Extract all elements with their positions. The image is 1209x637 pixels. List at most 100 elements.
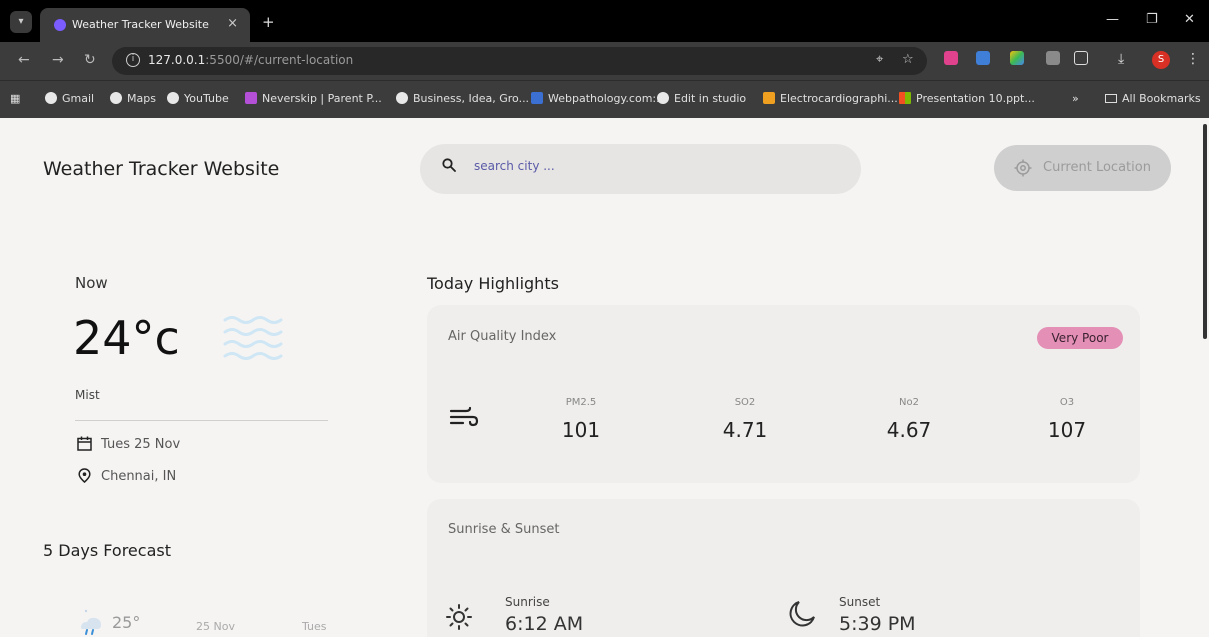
neverskip-icon [245, 92, 257, 104]
sun-card-title: Sunrise & Sunset [448, 522, 560, 537]
more-bookmarks-button[interactable]: » [1072, 92, 1079, 105]
location-pin-icon [78, 468, 91, 483]
calendar-icon [77, 436, 92, 451]
bookmark-label: Business, Idea, Gro... [413, 92, 530, 105]
profile-avatar[interactable]: S [1152, 51, 1170, 69]
folder-icon [1105, 94, 1117, 103]
date-row: Tues 25 Nov [77, 436, 180, 452]
page-scrollbar[interactable] [1203, 124, 1207, 339]
bookmark-edit-studio[interactable]: Edit in studio [657, 92, 746, 105]
active-tab[interactable]: Weather Tracker Website × [40, 8, 250, 42]
bookmark-maps[interactable]: Maps [110, 92, 156, 105]
tab-bar: ▾ Weather Tracker Website × + — ❐ ✕ [0, 0, 1209, 42]
brand-title: Weather Tracker Website [43, 158, 280, 180]
aqi-label: SO2 [734, 397, 756, 408]
bookmark-youtube[interactable]: YouTube [167, 92, 229, 105]
bookmark-gmail[interactable]: Gmail [45, 92, 94, 105]
air-quality-title: Air Quality Index [448, 329, 557, 344]
rain-cloud-icon [81, 609, 101, 635]
current-date: Tues 25 Nov [101, 437, 181, 452]
globe-icon [396, 92, 408, 104]
forecast-date: 25 Nov [196, 620, 235, 633]
aqi-value: 101 [561, 418, 601, 442]
location-row: Chennai, IN [77, 468, 176, 484]
sunset-label: Sunset [839, 595, 881, 609]
current-location-button[interactable]: Current Location [994, 145, 1171, 191]
webpathology-icon [531, 92, 543, 104]
ecg-icon [763, 92, 775, 104]
bookmark-label: Electrocardiographi... [780, 92, 898, 105]
bookmarks-bar: ▦ Gmail Maps YouTube Neverskip | Parent … [0, 80, 1209, 118]
tab-search-button[interactable]: ▾ [10, 11, 32, 33]
highlights-title: Today Highlights [427, 274, 559, 293]
search-input[interactable] [474, 159, 834, 173]
browser-menu-icon[interactable]: ⋮ [1186, 51, 1200, 67]
now-title: Now [75, 274, 108, 292]
sun-icon [446, 604, 472, 630]
sunrise-time: 6:12 AM [505, 613, 584, 635]
microsoft-icon [899, 92, 911, 104]
forecast-day: Tues [302, 620, 327, 633]
close-window-button[interactable]: ✕ [1184, 12, 1195, 27]
tab-favicon-icon [54, 19, 66, 31]
minimize-button[interactable]: — [1106, 12, 1119, 27]
back-button[interactable]: ← [18, 52, 30, 68]
tab-close-icon[interactable]: × [227, 16, 238, 31]
aqi-no2: No2 4.67 [869, 397, 949, 442]
bookmark-label: Webpathology.com:... [548, 92, 667, 105]
air-quality-badge: Very Poor [1037, 327, 1123, 349]
bookmark-presentation[interactable]: Presentation 10.ppt... [899, 92, 1035, 105]
bookmark-business[interactable]: Business, Idea, Gro... [396, 92, 529, 105]
bookmark-label: Neverskip | Parent P... [262, 92, 382, 105]
apps-grid-icon[interactable]: ▦ [10, 92, 20, 105]
url-host: 127.0.0.1 [148, 53, 206, 67]
url-text: 127.0.0.1:5500/#/current-location [148, 53, 353, 67]
aqi-value: 4.71 [722, 418, 768, 442]
bookmark-label: YouTube [184, 92, 229, 105]
globe-icon [45, 92, 57, 104]
bookmark-label: Presentation 10.ppt... [916, 92, 1035, 105]
extension-2-icon[interactable] [976, 51, 990, 65]
globe-icon [167, 92, 179, 104]
current-location: Chennai, IN [101, 469, 177, 484]
gps-target-icon [1014, 159, 1032, 177]
aqi-value: 4.67 [886, 418, 932, 442]
download-icon[interactable]: ⤓ [1118, 51, 1124, 67]
address-bar[interactable]: i 127.0.0.1:5500/#/current-location ⌖ ☆ [112, 47, 927, 75]
sunrise-block: Sunrise 6:12 AM [505, 595, 583, 635]
extension-4-icon[interactable] [1046, 51, 1060, 65]
browser-toolbar: ← → ↻ i 127.0.0.1:5500/#/current-locatio… [0, 42, 1209, 80]
aqi-value: 107 [1047, 418, 1087, 442]
extensions-puzzle-icon[interactable] [1074, 51, 1088, 65]
new-tab-button[interactable]: + [262, 13, 275, 31]
bookmark-electrocardiographi[interactable]: Electrocardiographi... [763, 92, 898, 105]
current-location-label: Current Location [1043, 160, 1151, 175]
site-info-icon[interactable]: i [126, 53, 140, 67]
restore-button[interactable]: ❐ [1146, 12, 1158, 27]
weather-condition: Mist [75, 388, 100, 402]
forward-button[interactable]: → [52, 52, 64, 68]
all-bookmarks-button[interactable]: All Bookmarks [1105, 92, 1201, 105]
sunrise-sunset-card: Sunrise & Sunset Sunrise 6:12 AM Sunset … [427, 499, 1140, 637]
forecast-temp: 25° [112, 613, 141, 632]
bookmark-webpathology[interactable]: Webpathology.com:... [531, 92, 667, 105]
sunset-time: 5:39 PM [839, 613, 916, 635]
current-temperature: 24°c [73, 311, 180, 365]
mist-icon [223, 316, 283, 360]
weather-app: Weather Tracker Website Current Location… [0, 118, 1209, 637]
wind-icon [449, 406, 479, 427]
extension-3-icon[interactable] [1010, 51, 1024, 65]
bookmark-star-icon[interactable]: ☆ [902, 52, 914, 67]
reload-button[interactable]: ↻ [84, 52, 96, 68]
url-path: :5500/#/current-location [205, 53, 354, 67]
sunset-block: Sunset 5:39 PM [839, 595, 916, 635]
tab-title: Weather Tracker Website [72, 18, 209, 31]
search-bar[interactable] [420, 144, 861, 194]
forecast-title: 5 Days Forecast [43, 541, 171, 560]
extension-1-icon[interactable] [944, 51, 958, 65]
location-pin-icon[interactable]: ⌖ [876, 52, 883, 67]
aqi-label: O3 [1059, 397, 1075, 408]
bookmark-label: Edit in studio [674, 92, 747, 105]
bookmark-neverskip[interactable]: Neverskip | Parent P... [245, 92, 382, 105]
aqi-o3: O3 107 [1027, 397, 1107, 442]
